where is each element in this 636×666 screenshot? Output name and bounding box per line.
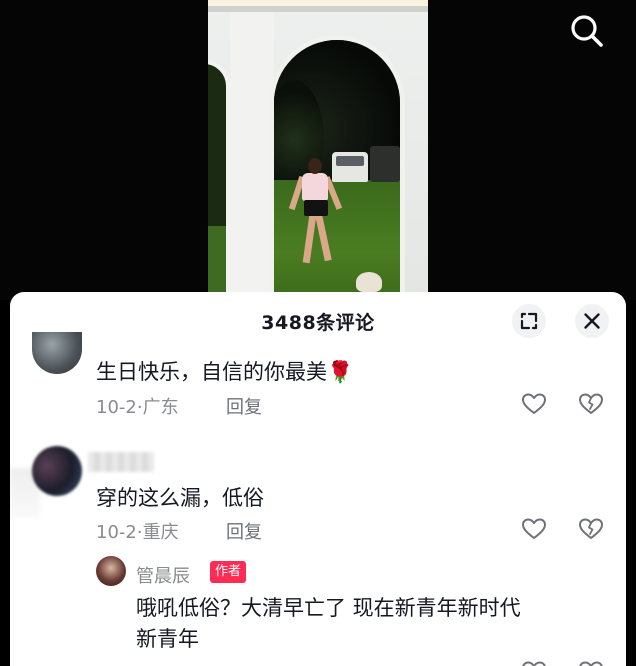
broken-heart-icon <box>579 518 603 539</box>
avatar[interactable] <box>32 446 82 496</box>
avatar[interactable] <box>32 332 82 374</box>
like-button[interactable] <box>520 515 548 543</box>
close-icon <box>584 313 600 329</box>
dislike-button[interactable] <box>577 515 605 543</box>
dislike-button[interactable] <box>577 658 605 666</box>
search-icon[interactable] <box>568 12 606 50</box>
video-player[interactable] <box>0 0 636 300</box>
reply-text-line: 新青年 <box>136 627 199 651</box>
center-arch <box>274 40 400 300</box>
reply-text-line: 哦吼低俗？大清早亡了 现在新青年新时代 <box>136 596 521 620</box>
blurred-username <box>88 452 154 472</box>
video-frame <box>208 0 428 300</box>
broken-heart-icon <box>579 393 603 414</box>
reply-button[interactable]: 回复 <box>226 393 262 419</box>
author-name[interactable]: 管晨辰 <box>136 562 190 588</box>
sheet-header: 3488条评论 <box>10 292 626 348</box>
author-badge: 作者 <box>210 561 247 583</box>
expand-button[interactable] <box>512 304 546 338</box>
rose-emoji: 🌹 <box>327 360 354 384</box>
close-button[interactable] <box>575 304 609 338</box>
author-avatar[interactable] <box>96 556 126 586</box>
expand-icon <box>520 312 538 330</box>
broken-heart-icon <box>579 661 603 666</box>
left-arch <box>208 60 230 300</box>
comment-meta: 10-2·重庆 <box>96 522 179 543</box>
dislike-button[interactable] <box>577 390 605 418</box>
heart-icon <box>522 393 546 414</box>
reply-button[interactable]: 回复 <box>226 518 262 544</box>
comment-sheet: 3488条评论 生日快乐，自信的你最美🌹 10-2·广东 回复 穿的这么漏，低俗… <box>10 292 626 666</box>
heart-icon <box>522 518 546 539</box>
heart-icon <box>522 661 546 666</box>
comment-meta: 10-2·广东 <box>96 397 179 418</box>
like-button[interactable] <box>520 658 548 666</box>
like-button[interactable] <box>520 390 548 418</box>
comment-text: 穿的这么漏，低俗 <box>96 486 264 510</box>
comment-text: 生日快乐，自信的你最美🌹 <box>96 360 354 384</box>
